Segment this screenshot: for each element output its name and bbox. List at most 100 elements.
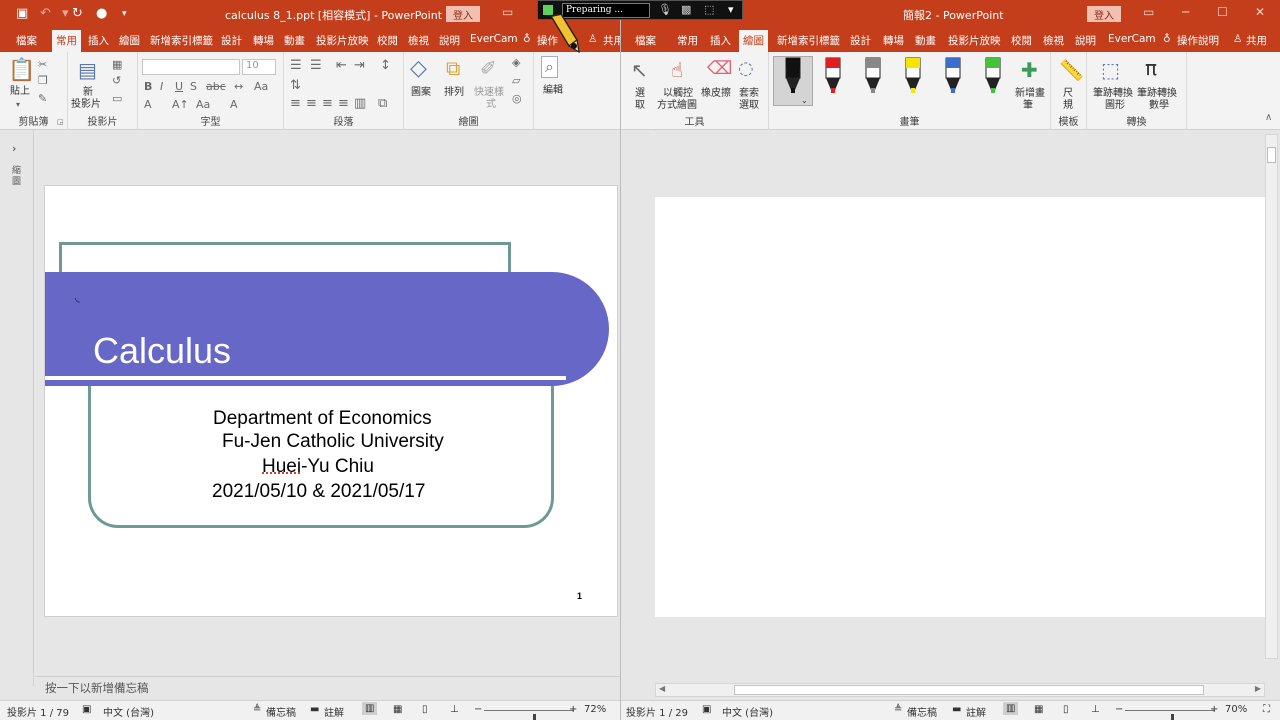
notes-pane[interactable]: 按一下以新增備忘稿 xyxy=(35,676,620,700)
eraser-icon[interactable]: ⌫ xyxy=(707,58,732,79)
quick-styles-icon[interactable]: ✐ xyxy=(480,56,497,80)
tab-transitions[interactable]: 轉場 xyxy=(253,33,274,48)
shape-outline-icon[interactable]: ▱ xyxy=(512,74,520,87)
zoom-level[interactable]: 72% xyxy=(584,704,606,715)
section-icon[interactable]: ▭ xyxy=(112,92,122,105)
add-pen-icon[interactable]: ✚ xyxy=(1021,58,1038,82)
cut-icon[interactable]: ✂ xyxy=(38,58,47,71)
slide-1[interactable]: ◟ Calculus Department of Economics Fu-Je… xyxy=(44,185,618,617)
tab-help[interactable]: 說明 xyxy=(439,33,460,48)
justify-icon[interactable]: ≡ xyxy=(338,96,349,111)
share-icon[interactable]: ♙ xyxy=(588,33,597,45)
subtitle-line-3[interactable]: Huei-Yu Chiu xyxy=(262,456,374,478)
share-icon[interactable]: ♙ xyxy=(1233,33,1242,45)
arrange-button[interactable]: 排列 xyxy=(444,87,464,99)
shadow-icon[interactable]: S xyxy=(190,80,197,93)
scroll-right-icon[interactable]: ▶ xyxy=(1255,684,1261,693)
tab-file[interactable]: 檔案 xyxy=(635,33,656,48)
shrink-font-icon[interactable]: Aa xyxy=(196,98,210,111)
tab-review[interactable]: 校閱 xyxy=(1011,33,1032,48)
pen-2[interactable] xyxy=(825,57,841,93)
tab-evercam[interactable]: EverCam xyxy=(470,33,518,45)
font-name-combo[interactable] xyxy=(142,59,240,75)
dialog-launcher-icon[interactable]: ◲ xyxy=(57,118,64,126)
expand-thumbnails-icon[interactable]: › xyxy=(12,142,16,155)
numbering-icon[interactable]: ☰ xyxy=(310,58,322,73)
reading-view-icon[interactable]: ▯ xyxy=(1063,704,1069,715)
horizontal-scrollbar[interactable]: ◀ ▶ xyxy=(655,683,1265,697)
thumbnail-label[interactable]: 縮圖 xyxy=(12,166,24,188)
pen-1[interactable] xyxy=(785,57,801,93)
slide-title[interactable]: Calculus xyxy=(93,330,231,372)
share-button[interactable]: 共用 xyxy=(603,33,620,48)
paste-button[interactable]: 貼上 xyxy=(10,86,30,98)
change-case-icon[interactable]: Aa xyxy=(254,80,268,93)
tab-view[interactable]: 檢視 xyxy=(1043,33,1064,48)
tab-draw[interactable]: 繪圖 xyxy=(119,33,140,48)
slide-sorter-icon[interactable]: ▦ xyxy=(393,704,402,715)
tab-custom[interactable]: 新增索引標籤 xyxy=(150,33,213,48)
zoom-level[interactable]: 70% xyxy=(1225,704,1247,715)
tab-slideshow[interactable]: 投影片放映 xyxy=(948,33,1001,48)
pen-5[interactable] xyxy=(945,57,961,93)
zoom-slider-thumb[interactable] xyxy=(1170,714,1174,720)
eraser-button[interactable]: 橡皮擦 xyxy=(701,88,731,100)
find-icon[interactable]: ⌕ xyxy=(541,56,558,78)
tab-insert[interactable]: 插入 xyxy=(710,33,731,48)
ink-to-math-button[interactable]: 筆跡轉換 xyxy=(1137,88,1177,100)
ink-to-math-icon[interactable]: π xyxy=(1145,56,1157,80)
signin-button[interactable]: 登入 xyxy=(446,6,480,22)
reading-view-icon[interactable]: ▯ xyxy=(422,704,428,715)
zoom-slider[interactable] xyxy=(484,710,574,720)
language-indicator[interactable]: 中文 (台灣) xyxy=(103,704,154,719)
normal-view-icon[interactable]: ▥ xyxy=(362,702,378,715)
ink-to-shape-button[interactable]: 筆跡轉換 xyxy=(1093,88,1133,100)
notes-toggle[interactable]: 備忘稿 xyxy=(266,704,296,719)
ribbon-display-icon[interactable]: ▭ xyxy=(502,5,513,19)
zoom-slider-thumb[interactable] xyxy=(532,714,536,720)
lasso-button[interactable]: 套索 xyxy=(739,88,759,100)
strikethrough-icon[interactable]: abc xyxy=(206,80,226,93)
arrange-icon[interactable]: ⧉ xyxy=(446,56,460,80)
tab-slideshow[interactable]: 投影片放映 xyxy=(316,33,369,48)
tab-design[interactable]: 設計 xyxy=(850,33,871,48)
editing-button[interactable]: 編輯 xyxy=(543,85,563,97)
fit-to-window-icon[interactable]: ⛶ xyxy=(1263,704,1270,715)
pen-4[interactable] xyxy=(905,57,921,93)
tab-custom[interactable]: 新增索引標籤 xyxy=(777,33,840,48)
lightbulb-icon[interactable]: ♁ xyxy=(1163,33,1171,45)
save-icon[interactable]: ▣ xyxy=(16,6,28,21)
comments-toggle[interactable]: 註解 xyxy=(324,704,344,719)
tab-help[interactable]: 說明 xyxy=(1075,33,1096,48)
tab-home[interactable]: 常用 xyxy=(677,33,698,48)
grow-font-icon[interactable]: A↑ xyxy=(172,98,189,111)
clear-format-icon[interactable]: A xyxy=(230,98,238,111)
tab-home[interactable]: 常用 xyxy=(52,30,81,52)
bold-icon[interactable]: B xyxy=(144,80,152,93)
normal-view-icon[interactable]: ▥ xyxy=(1003,702,1019,715)
blank-slide[interactable] xyxy=(655,197,1267,617)
camera-off-icon[interactable]: ▩ xyxy=(681,3,691,16)
subtitle-line-1[interactable]: Department of Economics xyxy=(213,408,432,430)
shapes-button[interactable]: 圖案 xyxy=(411,87,431,99)
touch-draw-icon[interactable]: ☝ xyxy=(671,58,683,82)
zoom-out-icon[interactable]: − xyxy=(1115,704,1123,715)
zoom-slider[interactable] xyxy=(1125,710,1215,720)
tab-draw[interactable]: 繪圖 xyxy=(739,30,768,52)
format-painter-icon[interactable]: ✎ xyxy=(38,92,47,105)
comments-toggle[interactable]: 註解 xyxy=(966,704,986,719)
touch-draw-button[interactable]: 以觸控 xyxy=(663,88,693,100)
language-indicator[interactable]: 中文 (台灣) xyxy=(722,704,773,719)
tell-me-box[interactable]: 操作說明 xyxy=(1177,33,1219,48)
notes-toggle[interactable]: 備忘稿 xyxy=(907,704,937,719)
lasso-icon[interactable]: ◌ xyxy=(738,58,754,79)
ruler-button[interactable]: 尺 xyxy=(1063,88,1073,100)
undo-dropdown-icon[interactable]: ▾ xyxy=(62,6,69,21)
shape-effects-icon[interactable]: ◎ xyxy=(512,92,522,105)
copy-icon[interactable]: ❐ xyxy=(38,74,48,87)
ruler-icon[interactable]: 📏 xyxy=(1059,58,1084,82)
scroll-left-icon[interactable]: ◀ xyxy=(659,684,665,693)
line-spacing-icon[interactable]: ↕ xyxy=(380,58,391,73)
slideshow-view-icon[interactable]: ⊥ xyxy=(450,704,459,715)
customize-quick-access-icon[interactable]: ▾ xyxy=(122,9,127,19)
